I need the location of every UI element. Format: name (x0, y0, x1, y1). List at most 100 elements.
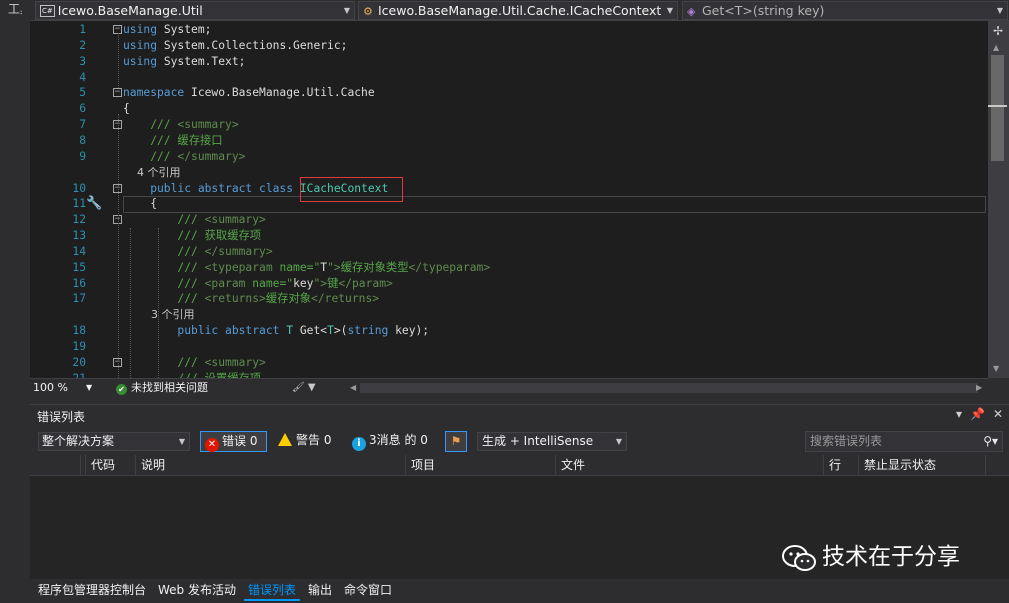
code-cleanup-brush-icon[interactable]: 🖌 ▼ (292, 380, 316, 396)
line-number: 17 (72, 292, 86, 306)
code-line[interactable]: 20− /// <summary> (30, 355, 988, 371)
line-number: 19 (72, 340, 86, 353)
scroll-left-icon[interactable]: ◀ (350, 380, 356, 396)
code-line[interactable]: 21 /// 设置缓存项 (30, 371, 988, 378)
code-line[interactable]: 9 /// </summary> (30, 149, 988, 165)
code-line[interactable]: 19 (30, 339, 988, 355)
code-lens-reference[interactable]: 4 个引用 (30, 165, 988, 181)
line-number: 15 (72, 260, 86, 274)
code-text: /// 设置缓存项 (123, 371, 261, 378)
close-icon[interactable]: ✕ (993, 407, 1003, 421)
code-line[interactable]: 12− /// <summary> (30, 212, 988, 228)
messages-filter-label: 3消息 的 0 (369, 433, 428, 447)
line-number: 7 (79, 118, 86, 132)
toolbox-tab-label: 工具箱 (8, 2, 22, 16)
scroll-up-icon[interactable]: ▲ (993, 43, 999, 52)
code-lens-reference[interactable]: 3 个引用 (30, 307, 988, 323)
filter-toggle-icon[interactable]: ⚑ (445, 431, 467, 452)
column-header-suppression-state[interactable]: 禁止显示状态 (858, 455, 985, 476)
toolbox-tab[interactable]: 工具箱 (6, 0, 24, 20)
issues-indicator[interactable]: ✔ 未找到相关问题 (116, 380, 208, 396)
collapse-icon[interactable]: − (113, 88, 122, 98)
code-text: /// <returns>缓存对象</returns> (123, 292, 380, 306)
code-line[interactable]: 16 /// <param name="key">键</param> (30, 276, 988, 292)
code-line[interactable]: 3 using System.Text; (30, 54, 988, 70)
code-line[interactable]: 1− using System; (30, 22, 988, 38)
scroll-right-icon[interactable]: ▶ (976, 380, 982, 396)
code-line[interactable]: 2 using System.Collections.Generic; (30, 38, 988, 54)
tab-command-window[interactable]: 命令窗口 (340, 579, 396, 601)
tab-error-list[interactable]: 错误列表 (244, 579, 301, 601)
line-number: 5 (79, 86, 86, 100)
search-icon[interactable]: ⚲▾ (983, 432, 998, 451)
scope-dropdown[interactable]: 整个解决方案 ▼ (38, 432, 190, 451)
chevron-down-icon: ▼ (615, 437, 622, 446)
check-circle-icon: ✔ (116, 384, 127, 395)
zoom-dropdown[interactable]: 100 % ▼ (33, 380, 93, 396)
editor-status-bar: 100 % ▼ ✔ 未找到相关问题 🖌 ▼ ◀ ▶ (30, 378, 988, 396)
line-number: 4 (79, 70, 86, 84)
csharp-project-icon: C# (40, 5, 55, 17)
horizontal-scrollbar[interactable] (360, 383, 978, 393)
code-text: /// <summary> (123, 213, 266, 227)
class-icon: ⚙ (363, 5, 373, 18)
scope-dropdown-value: 整个解决方案 (42, 434, 115, 448)
tab-output[interactable]: 输出 (304, 579, 336, 601)
vertical-scrollbar[interactable]: ✢ ▲ ▼ (988, 21, 1009, 378)
scrollbar-thumb[interactable] (991, 55, 1004, 161)
errors-filter-button[interactable]: ✕ 错误 0 (200, 431, 267, 452)
code-text: /// <summary> (123, 118, 239, 132)
line-number: 11 (72, 197, 86, 211)
build-source-dropdown[interactable]: 生成 + IntelliSense ▼ (477, 432, 627, 451)
code-editor[interactable]: 1− using System; 2 using System.Collections… (30, 21, 988, 378)
highlight-annotation-box (300, 177, 403, 202)
type-dropdown[interactable]: ⚙ Icewo.BaseManage.Util.Cache.ICacheConte… (358, 1, 678, 20)
code-line[interactable]: 8 /// 缓存接口 (30, 133, 988, 149)
code-text: /// 获取缓存项 (123, 229, 262, 243)
code-line[interactable]: 13 /// 获取缓存项 (30, 228, 988, 244)
watermark-text: 技术在于分享 (822, 544, 960, 570)
tab-package-manager-console[interactable]: 程序包管理器控制台 (34, 579, 150, 601)
scroll-down-icon[interactable]: ▼ (993, 364, 999, 373)
column-header-file[interactable]: 文件 (555, 455, 823, 476)
line-number: 14 (72, 244, 86, 258)
code-text: /// </summary> (123, 244, 273, 258)
project-dropdown[interactable]: C# Icewo.BaseManage.Util ▼ (35, 1, 355, 20)
search-placeholder: 搜索错误列表 (810, 434, 883, 448)
code-line[interactable]: 4 (30, 70, 988, 86)
column-header-description[interactable]: 说明 (135, 455, 405, 476)
code-line[interactable]: 14 /// </summary> (30, 244, 988, 260)
build-source-value: 生成 + IntelliSense (482, 434, 594, 448)
column-header-line[interactable]: 行 (823, 455, 858, 476)
issues-text: 未找到相关问题 (131, 381, 208, 394)
warnings-filter-button[interactable]: 警告 0 (274, 431, 340, 452)
code-line[interactable]: 18 public abstract T Get<T>(string key); (30, 323, 988, 339)
window-menu-icon[interactable]: ▾ (956, 407, 962, 421)
error-list-search-input[interactable]: 搜索错误列表 ⚲▾ (805, 431, 1003, 452)
code-line[interactable]: 5 − namespace Icewo.BaseManage.Util.Cache (30, 85, 988, 101)
split-editor-icon[interactable]: ✢ (990, 23, 1006, 39)
messages-filter-button[interactable]: i 3消息 的 0 (348, 431, 436, 452)
error-list-title-bar: 错误列表 ▾ 📌 ✕ (30, 405, 1009, 426)
tab-web-publish-activity[interactable]: Web 发布活动 (154, 579, 240, 601)
column-header-project[interactable]: 项目 (405, 455, 555, 476)
wechat-icon (782, 544, 816, 571)
column-header-code[interactable]: 代码 (85, 455, 135, 476)
pin-icon[interactable]: 📌 (970, 407, 985, 421)
member-dropdown[interactable]: ◈ Get<T>(string key) ▼ (682, 1, 1008, 20)
code-line[interactable]: 6{ (30, 101, 988, 117)
code-text: public abstract T Get<T>(string key); (123, 324, 430, 338)
code-line[interactable]: 17 /// <returns>缓存对象</returns> (30, 291, 988, 307)
screwdriver-icon[interactable]: 🔧 (86, 196, 102, 212)
column-selector[interactable] (33, 455, 61, 476)
warning-icon (278, 433, 292, 446)
error-list-toolbar: 整个解决方案 ▼ ✕ 错误 0 警告 0 i 3消息 的 0 ⚑ 生成 + Inte… (30, 426, 1009, 455)
code-line[interactable]: 10− public abstract class ICacheContext (30, 181, 988, 197)
error-list-header: 代码 说明 项目 文件 行 禁止显示状态 (30, 455, 1009, 476)
code-text: using System.Text; (123, 54, 246, 68)
code-text: /// <param name="key">键</param> (123, 276, 393, 290)
line-number: 8 (79, 133, 86, 147)
chevron-down-icon: ▼ (343, 6, 350, 15)
code-line[interactable]: 7− /// <summary> (30, 117, 988, 133)
code-line[interactable]: 15 /// <typeparam name="T">缓存对象类型</typep… (30, 260, 988, 276)
